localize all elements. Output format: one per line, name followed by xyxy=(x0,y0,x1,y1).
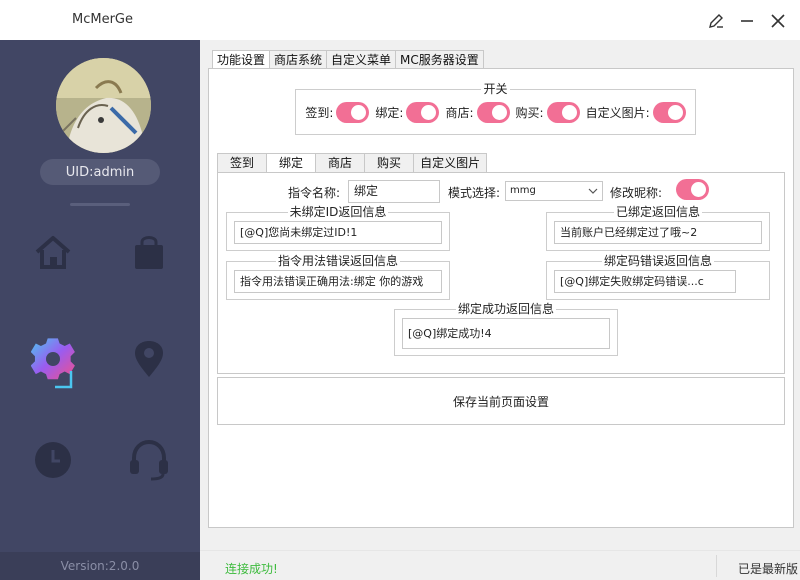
success-message-input[interactable]: [@Q]绑定成功!4 xyxy=(402,318,610,349)
sidebar: UID:admin Version:2.0.0 xyxy=(0,40,200,580)
command-name-label: 指令名称: xyxy=(288,186,341,200)
main-tabs: 功能设置 商店系统 自定义菜单 MC服务器设置 xyxy=(212,50,484,70)
bound-message-title: 已绑定返回信息 xyxy=(613,205,702,219)
unbound-message-group: 未绑定ID返回信息 [@Q]您尚未绑定过ID!1 xyxy=(226,205,450,251)
tab-sign-in[interactable]: 签到 xyxy=(217,153,268,172)
switch-shop: 商店: xyxy=(445,102,510,123)
sub-tabs: 签到 绑定 商店 购买 自定义图片 xyxy=(217,153,488,173)
tab-mc-server-settings[interactable]: MC服务器设置 xyxy=(395,50,484,69)
mode-select-label: 模式选择: xyxy=(448,186,501,200)
success-message-group: 绑定成功返回信息 [@Q]绑定成功!4 xyxy=(394,302,618,356)
close-icon[interactable] xyxy=(767,10,789,32)
tab-buy[interactable]: 购买 xyxy=(364,153,415,172)
connection-status: 连接成功! xyxy=(225,562,278,576)
nickname-label: 修改昵称: xyxy=(610,186,663,200)
code-error-group: 绑定码错误返回信息 [@Q]绑定失败绑定码错误...c xyxy=(546,254,770,300)
title-bar: McMerGe xyxy=(0,0,800,40)
shop-toggle[interactable] xyxy=(476,102,510,123)
switches-group: 开关 签到: 绑定: 商店: 购买: 自定义图片: xyxy=(295,82,696,135)
success-message-title: 绑定成功返回信息 xyxy=(455,302,556,316)
tab-custom-menu[interactable]: 自定义菜单 xyxy=(326,50,397,69)
switch-buy: 购买: xyxy=(516,102,580,123)
switch-shop-label: 商店: xyxy=(445,106,474,120)
tab-function-settings[interactable]: 功能设置 xyxy=(212,50,271,70)
status-bar: 连接成功! 已是最新版 xyxy=(200,550,800,580)
usage-error-group: 指令用法错误返回信息 指令用法错误正确用法:绑定 你的游戏 xyxy=(226,254,450,300)
version-label: Version:2.0.0 xyxy=(0,552,200,580)
update-status: 已是最新版 xyxy=(738,562,799,576)
unbound-message-input[interactable]: [@Q]您尚未绑定过ID!1 xyxy=(234,221,442,244)
main-area: 功能设置 商店系统 自定义菜单 MC服务器设置 开关 签到: 绑定: 商店: 购… xyxy=(200,40,800,550)
location-pin-icon[interactable] xyxy=(127,337,171,381)
nickname-toggle[interactable] xyxy=(676,179,709,200)
bind-toggle[interactable] xyxy=(406,102,440,123)
function-settings-panel: 开关 签到: 绑定: 商店: 购买: 自定义图片: 签到 绑定 商店 购买 自定… xyxy=(208,68,794,528)
switch-custom-image-label: 自定义图片: xyxy=(585,106,650,120)
unbound-message-title: 未绑定ID返回信息 xyxy=(287,205,389,219)
code-error-title: 绑定码错误返回信息 xyxy=(601,254,714,268)
switch-bind-label: 绑定: xyxy=(375,106,404,120)
usage-error-title: 指令用法错误返回信息 xyxy=(275,254,400,268)
skin-pen-icon[interactable] xyxy=(705,10,727,32)
usage-error-input[interactable]: 指令用法错误正确用法:绑定 你的游戏 xyxy=(234,270,442,293)
home-icon[interactable] xyxy=(31,230,75,274)
shopping-bag-icon[interactable] xyxy=(127,230,171,274)
switch-buy-label: 购买: xyxy=(515,106,544,120)
tab-shop[interactable]: 商店 xyxy=(315,153,366,172)
uid-badge: UID:admin xyxy=(40,159,160,185)
settings-gear-icon[interactable] xyxy=(31,337,87,393)
switch-bind: 绑定: xyxy=(375,102,440,123)
buy-toggle[interactable] xyxy=(546,102,580,123)
mode-select-value: mmg xyxy=(510,185,536,196)
switch-sign-in: 签到: xyxy=(305,102,370,123)
code-error-input[interactable]: [@Q]绑定失败绑定码错误...c xyxy=(554,270,736,293)
switch-sign-in-label: 签到: xyxy=(305,106,334,120)
tab-shop-system[interactable]: 商店系统 xyxy=(269,50,328,69)
bound-message-group: 已绑定返回信息 当前账户已经绑定过了哦~2 xyxy=(546,205,770,251)
switch-custom-image: 自定义图片: xyxy=(586,102,686,123)
status-separator xyxy=(716,555,717,577)
tab-custom-image[interactable]: 自定义图片 xyxy=(413,153,488,172)
clock-icon[interactable] xyxy=(31,438,75,482)
bound-message-input[interactable]: 当前账户已经绑定过了哦~2 xyxy=(554,221,762,244)
sidebar-divider xyxy=(70,203,130,206)
app-title: McMerGe xyxy=(72,12,133,27)
tab-bind[interactable]: 绑定 xyxy=(266,153,317,173)
command-name-input[interactable]: 绑定 xyxy=(348,180,440,203)
custom-image-toggle[interactable] xyxy=(652,102,686,123)
save-page-settings-button[interactable]: 保存当前页面设置 xyxy=(217,377,785,425)
chevron-down-icon xyxy=(588,185,598,203)
switches-title: 开关 xyxy=(481,82,510,96)
headset-icon[interactable] xyxy=(127,438,171,482)
sign-in-toggle[interactable] xyxy=(336,102,370,123)
avatar[interactable] xyxy=(56,58,151,153)
mode-select[interactable]: mmg xyxy=(505,181,603,201)
bind-settings-panel: 指令名称: 绑定 模式选择: mmg 修改昵称: 未绑定ID返回信息 [@Q]您… xyxy=(217,172,785,374)
minimize-icon[interactable] xyxy=(736,10,758,32)
